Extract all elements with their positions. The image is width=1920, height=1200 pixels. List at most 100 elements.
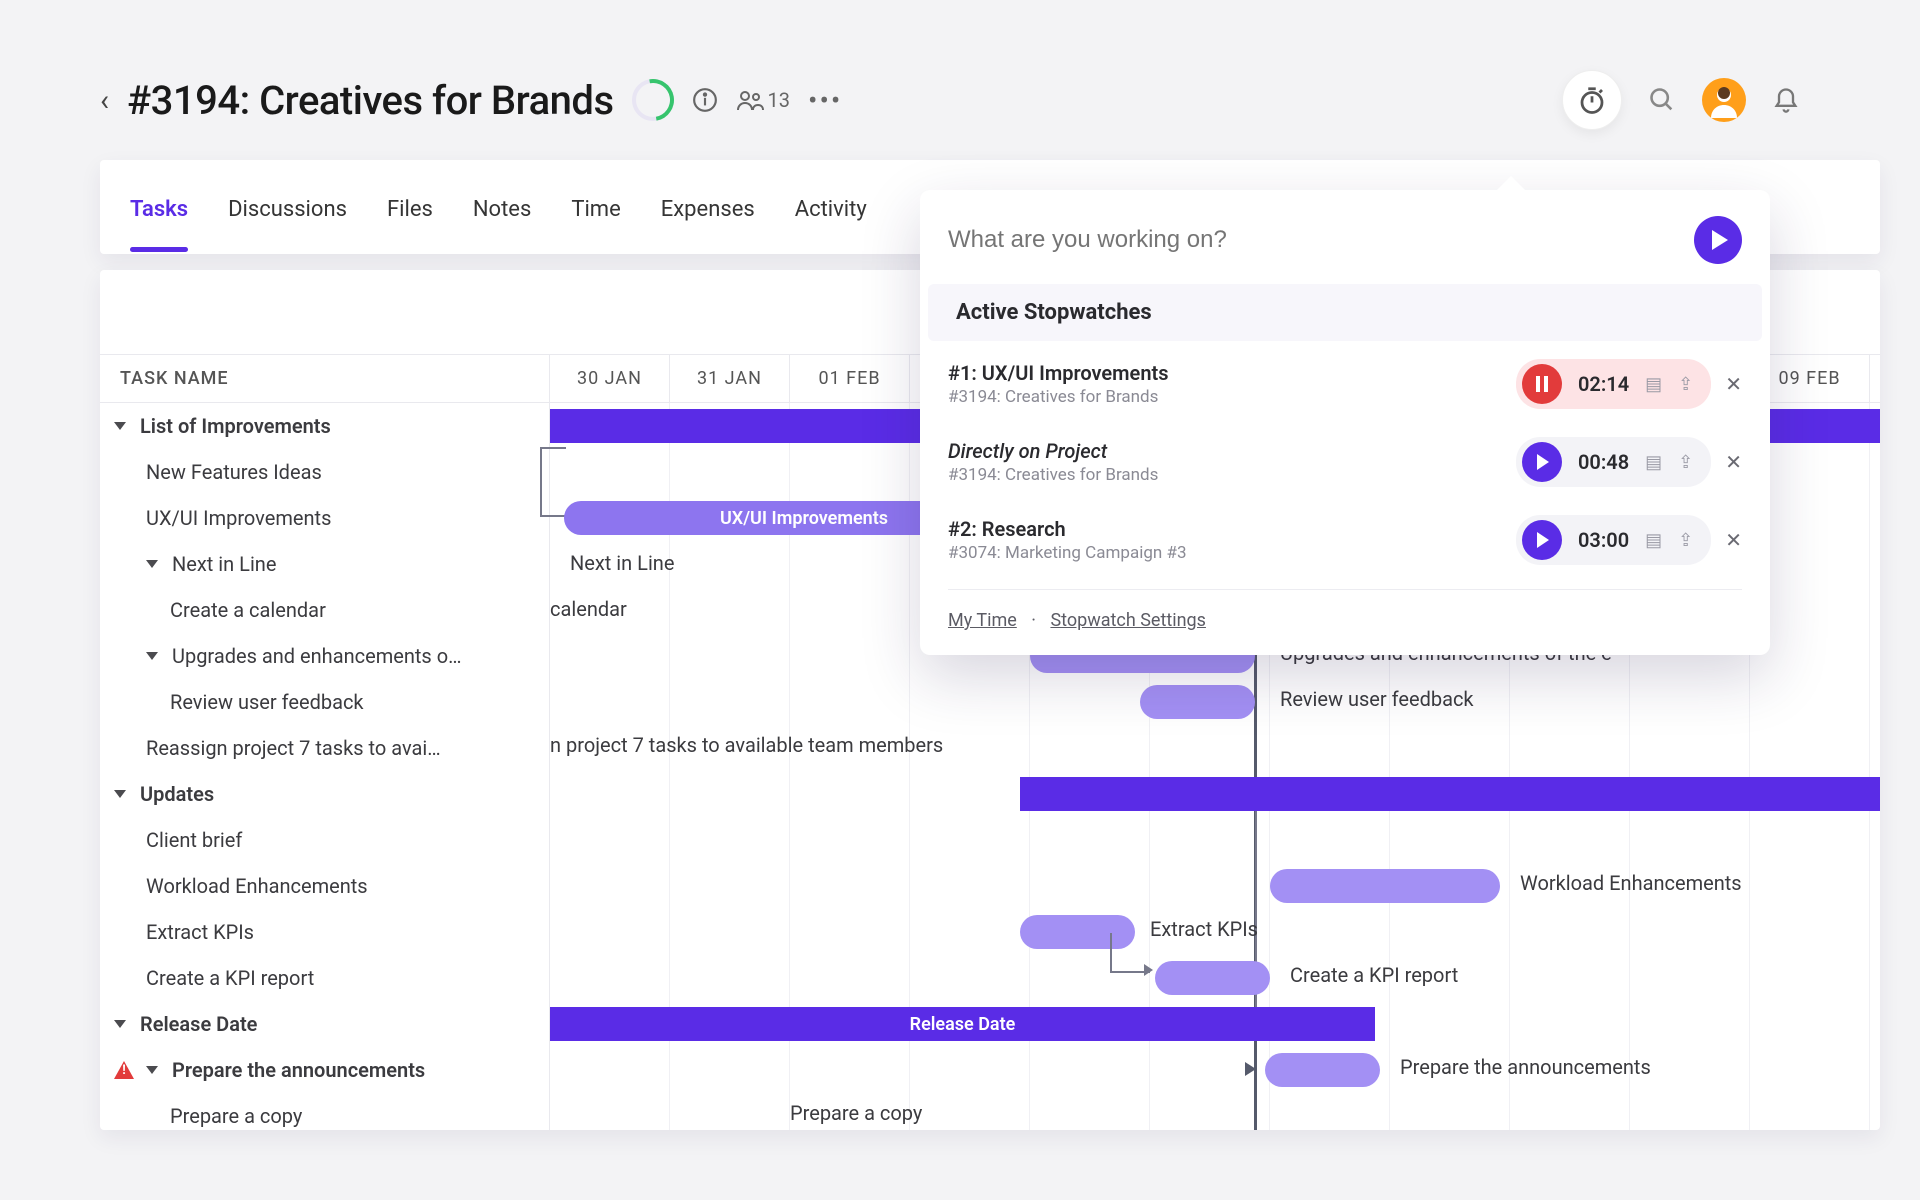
stopwatch-pill: 03:00 ▤ ⇪ [1516,515,1711,565]
bar-label-out: Create a KPI report [1290,963,1458,987]
task-row[interactable]: Reassign project 7 tasks to avai… [100,725,549,771]
user-avatar[interactable] [1702,78,1746,122]
active-stopwatches-header: Active Stopwatches [928,284,1762,341]
task-row[interactable]: New Features Ideas [100,449,549,495]
start-stopwatch-button[interactable] [1694,216,1742,264]
task-row[interactable]: List of Improvements [100,403,549,449]
task-row[interactable]: Prepare a copy [100,1093,549,1130]
bar-label-out: Next in Line [570,551,674,575]
stopwatch-button[interactable] [1562,70,1622,130]
bar-label-out: Prepare a copy [790,1101,922,1125]
upload-icon[interactable]: ⇪ [1678,530,1693,551]
stopwatch-subtitle: #3194: Creatives for Brands [948,465,1502,485]
task-row[interactable]: Upgrades and enhancements o… [100,633,549,679]
task-label: Client brief [146,828,242,852]
upload-icon[interactable]: ⇪ [1678,452,1693,473]
gantt-bar[interactable] [1020,777,1880,811]
stopwatch-row: Directly on Project #3194: Creatives for… [920,423,1770,501]
task-row[interactable]: Create a calendar [100,587,549,633]
upload-icon[interactable]: ⇪ [1678,374,1693,395]
task-label: Upgrades and enhancements o… [172,644,462,668]
search-icon[interactable] [1648,86,1676,114]
pause-button[interactable] [1522,364,1562,404]
task-row[interactable]: Release Date [100,1001,549,1047]
bar-label: Release Date [910,1014,1016,1035]
date-col: 01 FEB [790,355,910,402]
task-label: Review user feedback [170,690,364,714]
stopwatch-time: 00:48 [1578,450,1629,474]
stopwatch-settings-link[interactable]: Stopwatch Settings [1050,610,1206,631]
stopwatch-popover: Active Stopwatches #1: UX/UI Improvement… [920,190,1770,655]
back-chevron-icon[interactable]: ‹ [100,83,109,118]
people-count: 13 [768,88,790,112]
page-title: #3194: Creatives for Brands [127,77,614,124]
note-icon[interactable]: ▤ [1645,452,1662,473]
stopwatch-subtitle: #3074: Marketing Campaign #3 [948,543,1502,563]
task-label: Updates [140,782,214,806]
tab-expenses[interactable]: Expenses [661,165,755,250]
task-row[interactable]: Prepare the announcements [100,1047,549,1093]
task-label: Reassign project 7 tasks to avai… [146,736,441,760]
task-label: Extract KPIs [146,920,254,944]
stopwatch-title[interactable]: Directly on Project [948,439,1502,463]
task-label: Create a calendar [170,598,326,622]
tab-time[interactable]: Time [571,165,620,250]
gantt-bar[interactable] [1020,915,1135,949]
stopwatch-input[interactable] [948,226,1680,254]
task-label: List of Improvements [140,414,331,438]
task-label: Prepare the announcements [172,1058,425,1082]
task-label: Workload Enhancements [146,874,368,898]
play-button[interactable] [1522,442,1562,482]
task-label: New Features Ideas [146,460,322,484]
bar-label: UX/UI Improvements [720,508,888,529]
task-label: Next in Line [172,552,276,576]
task-row[interactable]: Review user feedback [100,679,549,725]
task-row[interactable]: Workload Enhancements [100,863,549,909]
play-button[interactable] [1522,520,1562,560]
tab-tasks[interactable]: Tasks [130,165,188,250]
tab-notes[interactable]: Notes [473,165,531,250]
gantt-bar[interactable] [1140,685,1255,719]
task-row[interactable]: Client brief [100,817,549,863]
stopwatch-pill: 02:14 ▤ ⇪ [1516,359,1711,409]
task-row[interactable]: Next in Line [100,541,549,587]
tab-files[interactable]: Files [387,165,433,250]
note-icon[interactable]: ▤ [1645,374,1662,395]
stopwatch-pill: 00:48 ▤ ⇪ [1516,437,1711,487]
stopwatch-row: #1: UX/UI Improvements #3194: Creatives … [920,345,1770,423]
task-label: Prepare a copy [170,1104,302,1128]
bar-label-out: Extract KPIs [1150,917,1258,941]
stopwatch-time: 02:14 [1578,372,1629,396]
stopwatch-subtitle: #3194: Creatives for Brands [948,387,1502,407]
gantt-bar[interactable]: Release Date [550,1007,1375,1041]
close-icon[interactable]: ✕ [1725,528,1742,552]
more-icon[interactable]: ••• [808,84,842,117]
task-name-header: TASK NAME [100,355,550,402]
my-time-link[interactable]: My Time [948,610,1017,631]
gantt-bar[interactable] [1270,869,1500,903]
tab-activity[interactable]: Activity [795,165,867,250]
people-icon[interactable]: 13 [736,87,790,113]
task-row[interactable]: Extract KPIs [100,909,549,955]
close-icon[interactable]: ✕ [1725,450,1742,474]
warning-icon [114,1061,134,1079]
tab-discussions[interactable]: Discussions [228,165,347,250]
task-row[interactable]: UX/UI Improvements [100,495,549,541]
progress-ring-icon[interactable] [632,79,674,121]
info-icon[interactable] [692,87,718,113]
note-icon[interactable]: ▤ [1645,530,1662,551]
stopwatch-row: #2: Research #3074: Marketing Campaign #… [920,501,1770,579]
stopwatch-title[interactable]: #2: Research [948,517,1502,541]
task-row[interactable]: Create a KPI report [100,955,549,1001]
task-row[interactable]: Updates [100,771,549,817]
bar-label-out: Review user feedback [1280,687,1474,711]
task-list: List of Improvements New Features Ideas … [100,403,550,1130]
task-label: Create a KPI report [146,966,314,990]
close-icon[interactable]: ✕ [1725,372,1742,396]
bell-icon[interactable] [1772,86,1800,114]
bar-label-out: n project 7 tasks to available team memb… [550,733,943,757]
stopwatch-title[interactable]: #1: UX/UI Improvements [948,361,1502,385]
gantt-bar[interactable] [1265,1053,1380,1087]
gantt-bar[interactable] [1155,961,1270,995]
date-col: 30 JAN [550,355,670,402]
